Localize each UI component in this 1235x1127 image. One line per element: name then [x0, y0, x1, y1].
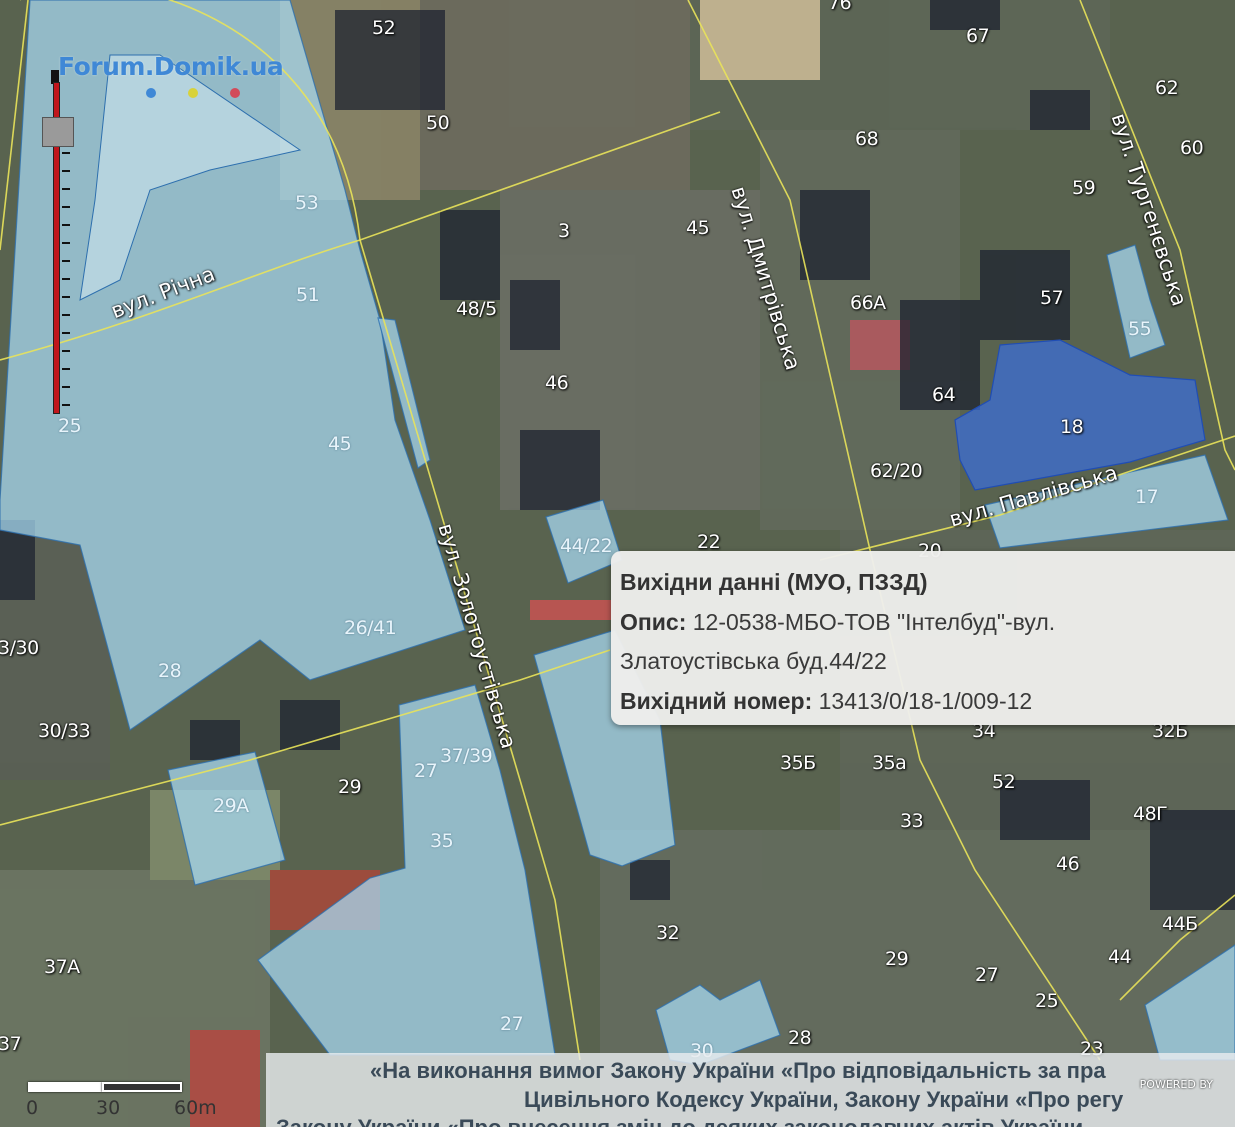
house-number: 25 [1035, 990, 1059, 1012]
logo-dots [146, 88, 240, 98]
footer-line-1: «На виконання вимог Закону України «Про … [370, 1058, 1106, 1083]
popup-desc-line1: 12-0538-МБО-ТОВ "Інтелбуд"-вул. [692, 608, 1056, 635]
house-number: 62 [1155, 77, 1179, 99]
house-number: 44/22 [560, 535, 613, 557]
zoom-tick [62, 152, 70, 154]
zoom-tick [62, 170, 70, 172]
popup-desc-label: Опис: [620, 608, 687, 635]
house-number: 18 [1060, 416, 1084, 438]
scale-label-60m: 60m [174, 1097, 217, 1119]
logo-dot-blue [146, 88, 156, 98]
house-number: 57 [1040, 287, 1064, 309]
popup-desc-row: Опис: 12-0538-МБО-ТОВ "Інтелбуд"-вул. [620, 603, 1235, 643]
house-number: 27 [975, 964, 999, 986]
house-number: 44Б [1162, 913, 1198, 935]
zoom-tick [62, 350, 70, 352]
house-number: 45 [328, 433, 352, 455]
house-number: 37/39 [440, 745, 493, 767]
zoom-tick [62, 224, 70, 226]
house-number: 37 [0, 1033, 22, 1055]
house-number: 45 [686, 217, 710, 239]
zoom-tick [62, 296, 70, 298]
popup-desc-row2: Златоустівська буд.44/22 [620, 642, 1235, 682]
zoom-tick [62, 242, 70, 244]
house-number: 46 [1056, 853, 1080, 875]
house-number: 32 [656, 922, 680, 944]
legal-footer: «На виконання вимог Закону України «Про … [266, 1053, 1235, 1127]
house-number: 27 [500, 1013, 524, 1035]
house-number: 29А [213, 795, 249, 817]
zoom-tick [62, 314, 70, 316]
powered-by-label: POWERED BY [1139, 1078, 1213, 1091]
house-number: 62/20 [870, 460, 923, 482]
house-number: 50 [426, 112, 450, 134]
house-number: 17 [1135, 486, 1159, 508]
house-number: 51 [296, 284, 320, 306]
house-number: 26/41 [344, 617, 397, 639]
popup-title-row: Вихідни данні (МУО, ПЗЗД) [620, 563, 1235, 603]
house-number: 35а [872, 752, 907, 774]
house-number: 29 [338, 776, 362, 798]
house-number: 76 [828, 0, 852, 14]
zoom-tick [62, 206, 70, 208]
scale-label-30: 30 [96, 1097, 121, 1119]
popup-number-value: 13413/0/18-1/009-12 [818, 687, 1033, 714]
house-number: 46 [545, 372, 569, 394]
scale-label-0: 0 [26, 1097, 39, 1119]
zoom-tick [62, 188, 70, 190]
zoom-tick [62, 386, 70, 388]
zoom-tick [62, 404, 70, 406]
logo-dot-red [230, 88, 240, 98]
house-number: 3/30 [0, 637, 39, 659]
house-number: 60 [1180, 137, 1204, 159]
house-number: 30/33 [38, 720, 91, 742]
house-number: 28 [158, 660, 182, 682]
zoom-handle[interactable] [42, 116, 74, 147]
footer-line-3: Закону України «Про внесення змін до дея… [276, 1115, 1083, 1127]
house-number: 29 [885, 948, 909, 970]
zoom-slider[interactable] [42, 62, 74, 437]
forum-domik-logo[interactable]: Forum.Domik.ua [58, 52, 284, 81]
house-number: 59 [1072, 177, 1096, 199]
house-number: 33 [900, 810, 924, 832]
popup-number-label: Вихідний номер: [620, 687, 813, 714]
zoom-tick [62, 332, 70, 334]
house-number: 48/5 [456, 298, 497, 320]
house-number: 22 [697, 531, 721, 553]
house-number: 53 [295, 192, 319, 214]
house-number: 44 [1108, 946, 1132, 968]
house-number: 35 [430, 830, 454, 852]
info-popup[interactable]: Вихідни данні (МУО, ПЗЗД) Опис: 12-0538-… [611, 551, 1235, 725]
house-number: 52 [992, 771, 1016, 793]
house-number: 35Б [780, 752, 816, 774]
popup-number-row: Вихідний номер: 13413/0/18-1/009-12 [620, 682, 1235, 722]
house-number: 28 [788, 1027, 812, 1049]
house-number: 48Г [1133, 803, 1168, 825]
house-number: 67 [966, 25, 990, 47]
house-number: 55 [1128, 318, 1152, 340]
house-number: 64 [932, 384, 956, 406]
house-number: 37А [44, 956, 80, 978]
house-number: 25 [58, 415, 82, 437]
house-number: 52 [372, 17, 396, 39]
popup-desc-line2: Златоустівська буд.44/22 [620, 648, 887, 674]
house-number: 3 [558, 220, 570, 242]
zoom-tick [62, 278, 70, 280]
footer-line-2: Цивільного Кодексу України, Закону Украї… [524, 1087, 1124, 1112]
popup-title: Вихідни данні (МУО, ПЗЗД) [620, 569, 928, 595]
logo-dot-yellow [188, 88, 198, 98]
scale-bar-segment [102, 1082, 182, 1092]
zoom-tick [62, 368, 70, 370]
zoom-tick [62, 260, 70, 262]
house-number: 68 [855, 128, 879, 150]
scale-bar-segment [28, 1082, 102, 1092]
house-number: 66А [850, 292, 886, 314]
house-number: 27 [414, 760, 438, 782]
